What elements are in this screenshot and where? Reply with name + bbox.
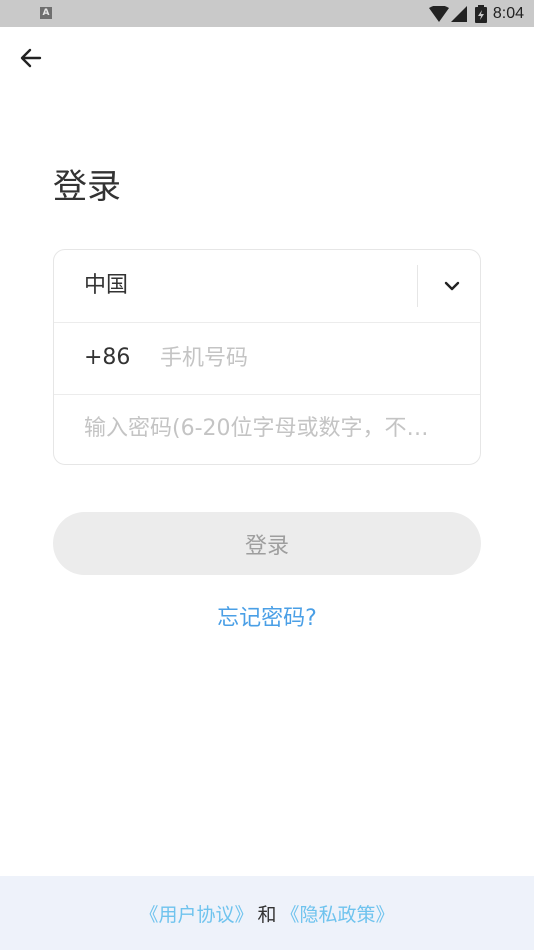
- chevron-down-icon: [444, 281, 460, 291]
- forgot-password-link[interactable]: 忘记密码?: [0, 603, 534, 635]
- divider: [417, 265, 418, 307]
- country-dropdown-button[interactable]: [438, 272, 466, 300]
- privacy-policy-link[interactable]: 《隐私政策》: [281, 900, 395, 927]
- phone-input[interactable]: [160, 342, 460, 374]
- login-form: 中国 +86 输入密码(6-20位字母或数字，不…: [53, 249, 481, 465]
- country-selector[interactable]: 中国: [54, 250, 480, 323]
- arrow-left-icon: [20, 48, 42, 68]
- password-input[interactable]: [84, 414, 450, 446]
- user-agreement-link[interactable]: 《用户协议》: [139, 900, 253, 927]
- notification-icon: A: [40, 7, 52, 19]
- status-time: 8:04: [492, 5, 524, 22]
- page-title: 登录: [53, 167, 121, 207]
- agreement-footer: 《用户协议》 和 《隐私政策》: [0, 876, 534, 950]
- wifi-icon: [428, 6, 449, 22]
- cellular-signal-icon: [450, 6, 467, 22]
- dial-code: +86: [84, 345, 131, 370]
- country-value: 中国: [84, 273, 129, 298]
- back-button[interactable]: [14, 44, 48, 72]
- footer-conjunction: 和: [257, 903, 277, 926]
- battery-icon: [474, 5, 487, 23]
- phone-row: +86: [54, 322, 480, 395]
- status-bar: A 8:04: [0, 0, 534, 27]
- password-row: 输入密码(6-20位字母或数字，不…: [54, 394, 480, 464]
- status-icons: 8:04: [428, 3, 524, 25]
- login-button[interactable]: 登录: [53, 512, 481, 575]
